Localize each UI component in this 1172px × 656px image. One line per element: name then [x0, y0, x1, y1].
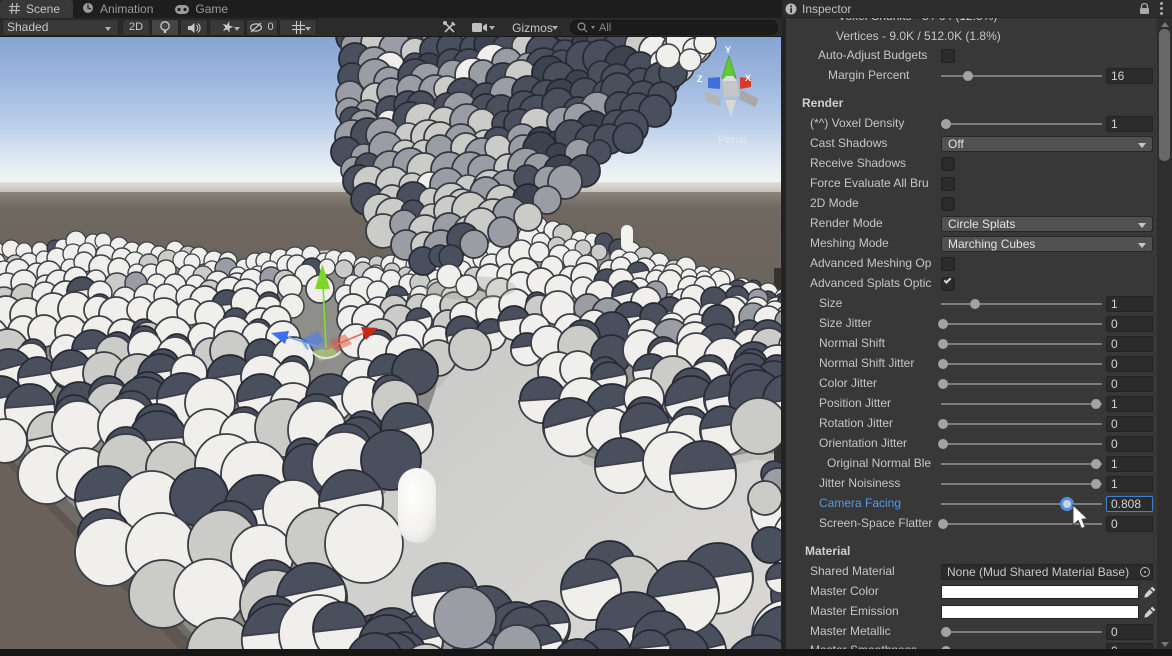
- svg-text:Z: Z: [697, 74, 703, 84]
- svg-text:Persp: Persp: [718, 134, 747, 146]
- svg-text:Y: Y: [725, 45, 731, 55]
- svg-text:X: X: [745, 73, 751, 83]
